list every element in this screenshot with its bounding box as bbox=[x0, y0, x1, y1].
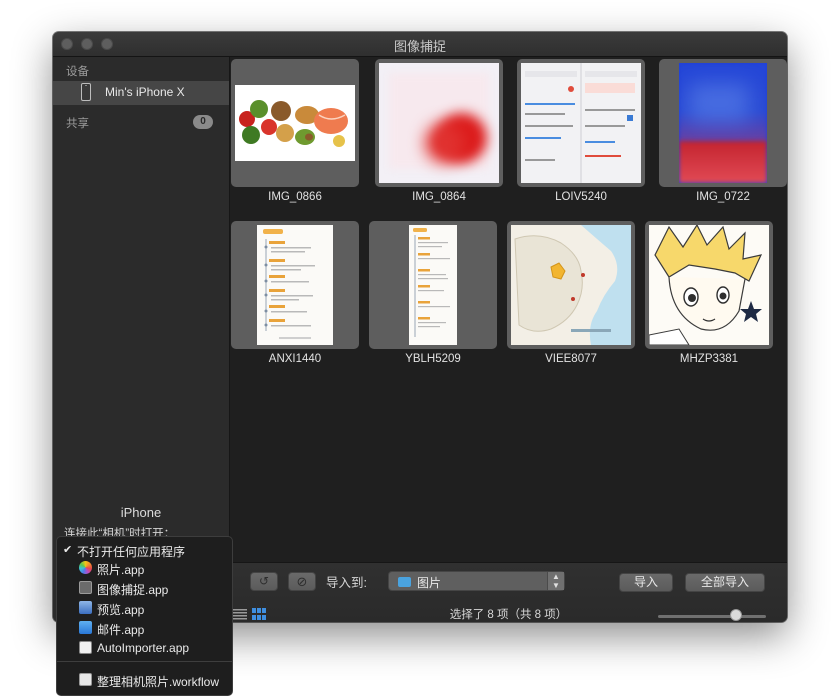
delete-button[interactable]: ⊘ bbox=[288, 572, 316, 591]
delete-icon: ⊘ bbox=[296, 574, 308, 589]
title-bar: 图像捕捉 bbox=[53, 32, 787, 57]
photo-thumbnail bbox=[511, 225, 631, 345]
photo-name-7: VIEE8077 bbox=[545, 353, 597, 365]
photo-cell-6[interactable] bbox=[369, 221, 497, 349]
image-capture-window: 图像捕捉 设备 Min's iPhone X 共享 0 iPhone 连接此“相… bbox=[53, 32, 787, 622]
menu-item-preview[interactable]: 预览.app bbox=[57, 599, 232, 617]
photo-name-3: LOIV5240 bbox=[555, 191, 607, 203]
rotate-icon: ↺ bbox=[258, 574, 270, 588]
photo-cell-5[interactable] bbox=[231, 221, 359, 349]
import-button[interactable]: 导入 bbox=[619, 573, 673, 592]
menu-item-mail[interactable]: 邮件.app bbox=[57, 619, 232, 637]
photos-icon bbox=[79, 561, 92, 574]
preview-icon bbox=[79, 601, 92, 614]
photo-name-8: MHZP3381 bbox=[679, 353, 739, 365]
rotate-button[interactable]: ↺ bbox=[250, 572, 278, 591]
photo-cell-4[interactable] bbox=[659, 59, 787, 187]
menu-item-label: 邮件.app bbox=[97, 623, 145, 637]
photo-name-6: YBLH5209 bbox=[405, 353, 461, 365]
thumbnail-size-slider[interactable] bbox=[658, 615, 766, 618]
menu-item-autoimporter[interactable]: AutoImporter.app bbox=[57, 639, 232, 657]
checkmark-icon: ✔ bbox=[63, 544, 73, 556]
photo-thumbnail bbox=[649, 225, 769, 345]
menu-item-workflow[interactable]: 整理相机照片.workflow bbox=[57, 671, 232, 689]
import-to-label: 导入到: bbox=[326, 576, 367, 590]
window-title: 图像捕捉 bbox=[393, 39, 446, 54]
selection-status: 选择了 8 项（共 8 项） bbox=[449, 609, 568, 621]
photo-thumbnail bbox=[257, 225, 333, 345]
menu-item-label: 预览.app bbox=[97, 603, 145, 617]
workflow-icon bbox=[79, 673, 92, 686]
photo-cell-8[interactable] bbox=[645, 221, 773, 349]
import-all-button[interactable]: 全部导入 bbox=[685, 573, 765, 592]
iphone-icon bbox=[81, 83, 91, 101]
chevron-up-down-icon: ▲ ▼ bbox=[547, 572, 564, 590]
photo-thumbnail bbox=[679, 63, 767, 183]
photo-cell-2[interactable] bbox=[375, 59, 503, 187]
slider-knob[interactable] bbox=[729, 609, 742, 621]
photo-cell-7[interactable] bbox=[507, 221, 635, 349]
destination-select[interactable]: 图片 ▲ ▼ bbox=[388, 571, 565, 591]
menu-item-label: 照片.app bbox=[97, 563, 145, 577]
menu-item-label: 不打开任何应用程序 bbox=[77, 545, 186, 559]
photo-name-2: IMG_0864 bbox=[412, 191, 466, 203]
device-section-title: iPhone bbox=[120, 505, 162, 520]
photo-thumbnail bbox=[235, 85, 355, 161]
photo-name-5: ANXI1440 bbox=[268, 353, 322, 365]
photo-name-4: IMG_0722 bbox=[696, 191, 750, 203]
photo-cell-3[interactable] bbox=[517, 59, 645, 187]
shared-count-badge: 0 bbox=[193, 115, 213, 129]
menu-item-photos[interactable]: 照片.app bbox=[57, 559, 232, 577]
menu-item-label: 整理相机照片.workflow bbox=[97, 675, 220, 689]
photo-grid: IMG_0866 IMG_0864 LOIV5240 IMG_0722 ANXI… bbox=[230, 57, 787, 562]
autoimporter-icon bbox=[79, 641, 92, 654]
photo-thumbnail bbox=[379, 63, 499, 183]
device-name: Min's iPhone X bbox=[105, 85, 185, 99]
photo-cell-1[interactable] bbox=[231, 59, 359, 187]
photo-thumbnail bbox=[409, 225, 457, 345]
image-capture-icon bbox=[79, 581, 92, 594]
menu-item-label: 图像捕捉.app bbox=[97, 583, 169, 597]
open-with-menu: ✔ 不打开任何应用程序 照片.app 图像捕捉.app 预览.app 邮件.ap… bbox=[56, 536, 233, 696]
sidebar-item-iphone[interactable]: Min's iPhone X bbox=[53, 81, 229, 105]
mail-icon bbox=[79, 621, 92, 634]
menu-item-label: AutoImporter.app bbox=[97, 641, 190, 655]
folder-icon bbox=[398, 577, 411, 587]
destination-value: 图片 bbox=[417, 576, 442, 590]
menu-item-none[interactable]: ✔ 不打开任何应用程序 bbox=[57, 541, 232, 559]
photo-thumbnail bbox=[521, 63, 641, 183]
menu-separator bbox=[57, 661, 232, 662]
photo-name-1: IMG_0866 bbox=[268, 191, 322, 203]
devices-header: 设备 bbox=[66, 66, 89, 78]
shared-header: 共享 bbox=[66, 118, 89, 130]
bottom-toolbar: ↺ ⊘ 导入到: 图片 ▲ ▼ 导入 全部导入 选择了 8 项（共 8 项） bbox=[230, 562, 787, 622]
menu-item-image-capture[interactable]: 图像捕捉.app bbox=[57, 579, 232, 597]
